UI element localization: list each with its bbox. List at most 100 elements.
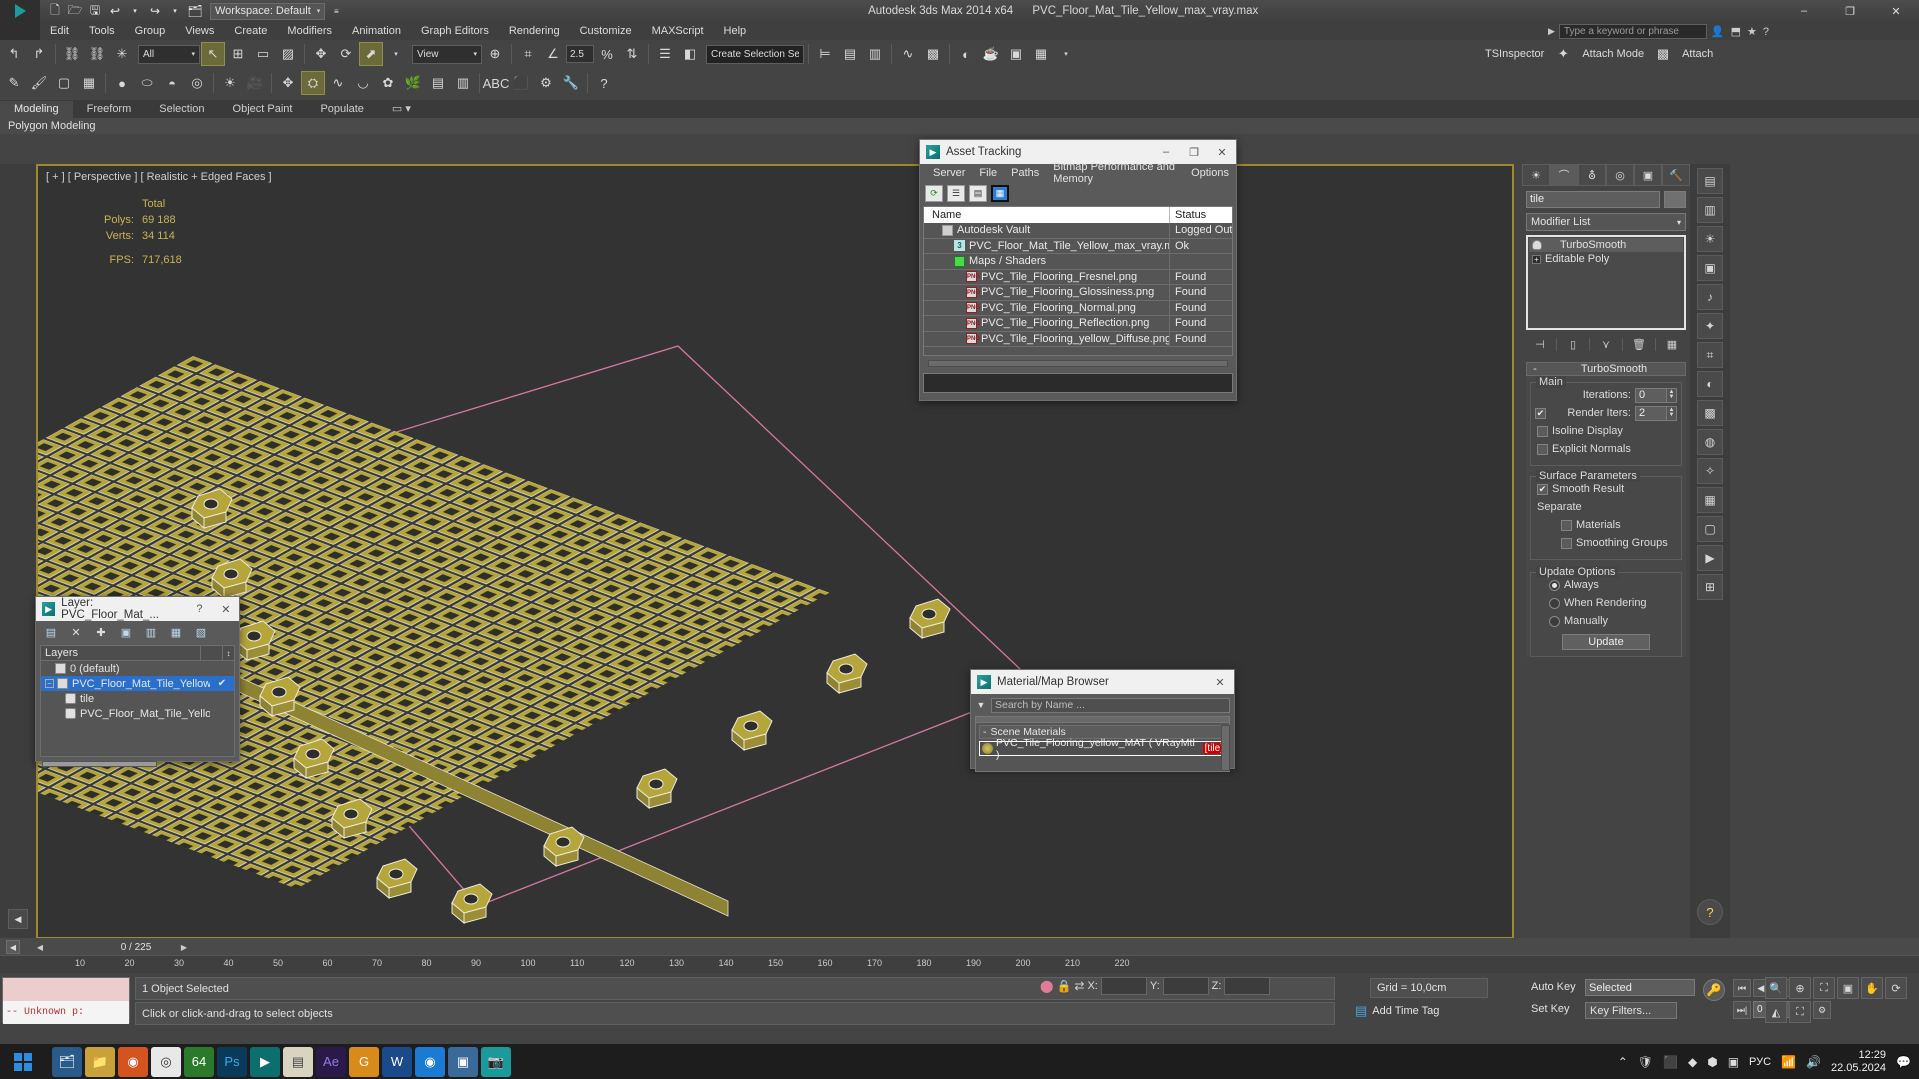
material-list-item[interactable]: PVC_Tile_Flooring_yellow_MAT ( VRayMtl )…	[979, 737, 1226, 761]
ribbon-tab-modeling[interactable]: Modeling	[0, 101, 73, 118]
pan-icon[interactable]: ✋	[1861, 977, 1883, 999]
light-icon[interactable]: ☀	[218, 71, 242, 95]
frame-prev-icon[interactable]: ◀	[36, 940, 44, 954]
ribbon-tab-freeform[interactable]: Freeform	[73, 101, 146, 118]
qat-overflow-icon[interactable]: ≡	[327, 2, 345, 20]
object-color-swatch[interactable]	[1664, 191, 1686, 208]
window-crossing-icon[interactable]: ▨	[276, 42, 300, 66]
time-tag-icon[interactable]: ▤	[1355, 1003, 1367, 1019]
cylinder-icon[interactable]: ⬭	[135, 71, 159, 95]
environment-icon[interactable]: ◍	[1697, 429, 1723, 455]
menu-item-group[interactable]: Group	[125, 22, 176, 40]
explicit-normals-row[interactable]: Explicit Normals	[1535, 441, 1677, 457]
add-time-tag-label[interactable]: Add Time Tag	[1372, 1005, 1439, 1017]
list-item[interactable]: PVC_Floor_Mat_Tile_Yellow	[41, 706, 234, 721]
at-menu-server[interactable]: Server	[926, 167, 972, 179]
set-project-icon[interactable]: 🗂	[186, 2, 204, 20]
select-move-icon[interactable]: ✥	[309, 42, 333, 66]
goto-start-icon[interactable]: ⏮	[1733, 979, 1751, 997]
modifier-list-dropdown[interactable]: Modifier List ▾	[1526, 213, 1686, 231]
smooth-result-checkbox[interactable]: ✔	[1537, 483, 1548, 495]
teapot-icon[interactable]: ◓	[160, 71, 184, 95]
pivot-center-icon[interactable]: ⊕	[483, 42, 507, 66]
workspace-selector[interactable]: Workspace: Default ▾	[210, 2, 326, 20]
exchange-icon[interactable]: ⬒	[1731, 25, 1741, 38]
named-selection-combo[interactable]: Create Selection Se	[706, 44, 804, 64]
modifier-stack[interactable]: TurboSmooth + Editable Poly	[1526, 235, 1686, 330]
expand-collapse-icon[interactable]: −	[45, 679, 54, 688]
z-input[interactable]	[1224, 977, 1271, 995]
at-menu-options[interactable]: Options	[1184, 167, 1236, 179]
media-icon[interactable]: ▣	[448, 1046, 478, 1077]
zoom-region-icon[interactable]: ▣	[1837, 977, 1859, 999]
make-unique-icon[interactable]: ⋎	[1598, 337, 1614, 352]
display-tab[interactable]: ▣	[1634, 164, 1662, 186]
menu-item-modifiers[interactable]: Modifiers	[277, 22, 342, 40]
panel-icon[interactable]: ▢	[1697, 516, 1723, 542]
box-icon[interactable]: ▢	[52, 71, 76, 95]
notifications-icon[interactable]: 💬	[1896, 1055, 1911, 1069]
tray-app1-icon[interactable]: ⬛	[1663, 1055, 1678, 1069]
undo-icon[interactable]: ↩	[106, 2, 124, 20]
redo-icon[interactable]: ↪	[146, 2, 164, 20]
list-icon[interactable]: ☰	[947, 184, 965, 202]
photoshop-icon[interactable]: Ps	[217, 1046, 247, 1077]
y-input[interactable]	[1162, 977, 1209, 995]
asset-tracking-list[interactable]: Name Status Autodesk Vault Logged Out 3 PVC…	[923, 206, 1233, 356]
tsinspector-icon[interactable]: ✦	[1551, 42, 1575, 66]
list-item[interactable]: − PVC_Floor_Mat_Tile_Yellow ✔	[41, 676, 234, 691]
menu-item-edit[interactable]: Edit	[40, 22, 79, 40]
rollout-header[interactable]: - TurboSmooth	[1526, 362, 1686, 376]
play-preview-icon[interactable]: ▶	[1697, 545, 1723, 571]
layer-column-more-icon[interactable]: ↕	[222, 646, 234, 660]
light-explorer-icon[interactable]: ☀	[1697, 226, 1723, 252]
render-iters-spinner[interactable]: 2 ▲ ▼	[1635, 405, 1677, 421]
menu-item-animation[interactable]: Animation	[342, 22, 411, 40]
help-circle-icon[interactable]: ?	[1763, 26, 1769, 38]
helix-icon[interactable]: ✿	[376, 71, 400, 95]
open-file-icon[interactable]: 🗁	[66, 2, 84, 20]
arc-icon[interactable]: ◡	[351, 71, 375, 95]
attach-label[interactable]: Attach	[1676, 48, 1719, 60]
taskbar-clock[interactable]: 12:29 22.05.2024	[1831, 1049, 1886, 1075]
plant-icon[interactable]: 🌿	[401, 71, 425, 95]
close-button[interactable]: ✕	[1873, 0, 1919, 22]
tray-app2-icon[interactable]: ◆	[1688, 1055, 1697, 1069]
snap-toggle-icon[interactable]: ⌗	[516, 42, 540, 66]
materials-row[interactable]: Materials	[1535, 517, 1677, 533]
material-editor-icon[interactable]: ◐	[954, 42, 978, 66]
column-header-name[interactable]: Name	[924, 207, 1170, 223]
toggle-scene-explorer-icon[interactable]: ▥	[863, 42, 887, 66]
particle-view-icon[interactable]: ✦	[1697, 313, 1723, 339]
at-menu-file[interactable]: File	[972, 167, 1004, 179]
edge-icon[interactable]: ◉	[415, 1046, 445, 1077]
paint-select-icon[interactable]: ✎	[2, 71, 26, 95]
ribbon-tab-populate[interactable]: Populate	[306, 101, 377, 118]
add-selection-icon[interactable]: ▧	[194, 625, 208, 639]
set-key-button[interactable]: Set Key	[1531, 1003, 1570, 1015]
layer-list[interactable]: Layers ↕ 0 (default) − PVC_Floor_Mat_Tile_…	[40, 645, 235, 757]
menu-item-maxscript[interactable]: MAXScript	[642, 22, 714, 40]
layer-explorer-icon[interactable]: ▥	[1697, 197, 1723, 223]
undo-dropdown-icon[interactable]: ▾	[126, 2, 144, 20]
stack-item-turbosmooth[interactable]: TurboSmooth	[1529, 238, 1683, 252]
key-mode-toggle-icon[interactable]: ⏭|	[1733, 1001, 1751, 1019]
spline-icon[interactable]: ∿	[326, 71, 350, 95]
iterations-spinner[interactable]: 0 ▲ ▼	[1635, 387, 1677, 403]
new-file-icon[interactable]: 🗋	[46, 2, 64, 20]
materials-checkbox[interactable]	[1561, 519, 1572, 531]
zoom-all-icon[interactable]: ⊕	[1789, 977, 1811, 999]
move-gizmo-icon[interactable]: ✥	[276, 71, 300, 95]
minimize-button[interactable]: –	[1781, 0, 1827, 22]
modify-tab[interactable]: ⌒	[1550, 164, 1578, 186]
material-map-browser[interactable]: ▶ Material/Map Browser ✕ ▼ Search by Nam…	[970, 669, 1235, 772]
select-rotate-icon[interactable]: ⟳	[334, 42, 358, 66]
tray-app3-icon[interactable]: ⬢	[1707, 1055, 1717, 1069]
grid-settings-icon[interactable]: ⊞	[1697, 574, 1723, 600]
create-layer-icon[interactable]: ▤	[44, 625, 58, 639]
torus-icon[interactable]: ◎	[185, 71, 209, 95]
maxscript-mini-listener[interactable]: -- Unknown p:	[2, 977, 130, 1024]
track-bar[interactable]	[0, 938, 1919, 955]
camera-icon[interactable]: 📷	[481, 1046, 511, 1077]
keyword-search-input[interactable]: Type a keyword or phrase	[1558, 24, 1707, 39]
